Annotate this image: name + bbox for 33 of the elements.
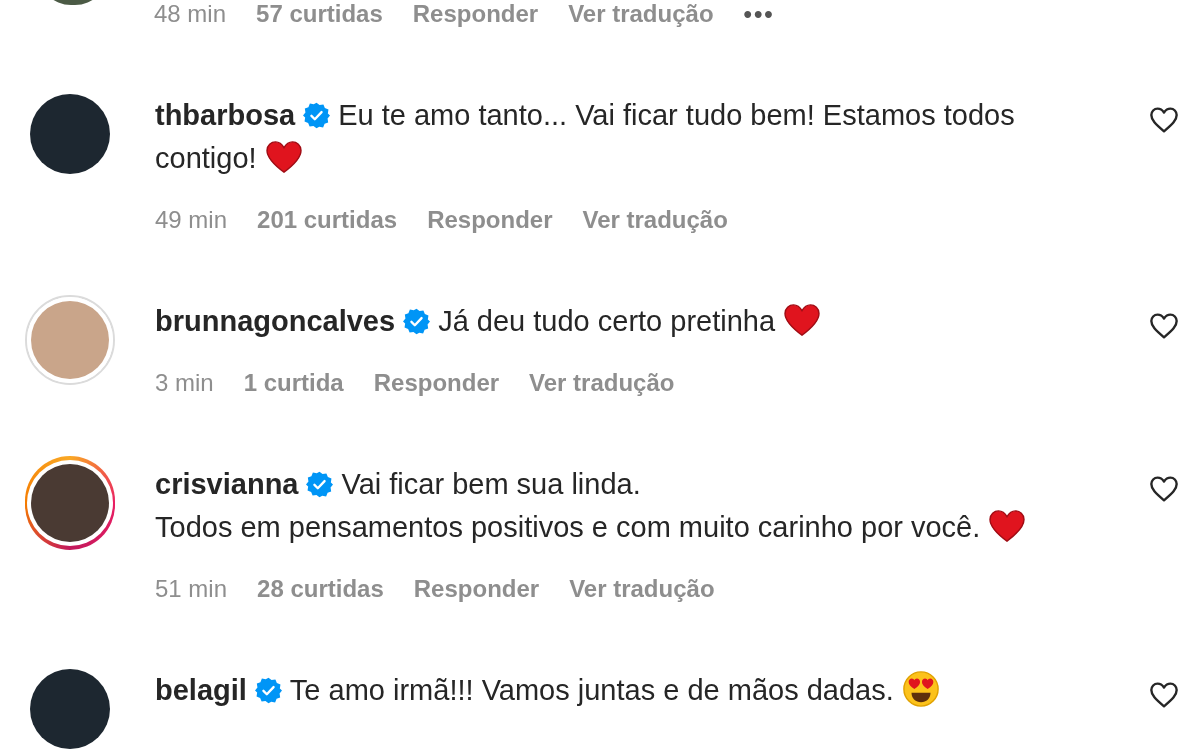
verified-badge-icon	[306, 471, 334, 498]
username-link[interactable]: belagil	[155, 674, 247, 706]
comment-time: 49 min	[155, 205, 228, 235]
heart-emoji-icon	[783, 303, 822, 337]
reply-link[interactable]: Responder	[412, 0, 539, 29]
heart-emoji-icon	[988, 509, 1027, 543]
comment-time: 48 min	[154, 0, 227, 29]
likes-count[interactable]: 57 curtidas	[256, 0, 383, 29]
translate-link[interactable]: Ver tradução	[569, 574, 715, 604]
reply-link[interactable]: Responder	[413, 574, 540, 604]
verified-badge-icon	[403, 308, 431, 335]
likes-count[interactable]: 28 curtidas	[257, 574, 384, 604]
translate-link[interactable]: Ver tradução	[529, 368, 675, 398]
comment-text: thbarbosa Eu te amo tanto... Vai ficar tudo bem! Estamos todos contigo!	[155, 98, 1016, 176]
heart-eyes-emoji-icon	[901, 670, 940, 708]
reply-link[interactable]: Responder	[427, 205, 553, 235]
comment-text: crisvianna Vai ficar bem sua linda. Todos em pensamentos positivos e com muito carinho por você.	[155, 463, 1027, 549]
likes-count[interactable]: 201 curtidas	[257, 205, 398, 235]
comment-text: belagil Te amo irmã!!! Vamos juntas e de mãos dadas.	[155, 669, 940, 712]
more-options-button[interactable]: •••	[743, 0, 775, 29]
verified-badge-icon	[254, 677, 282, 704]
heart-emoji-icon	[264, 140, 303, 174]
comment-time: 3 min	[155, 368, 214, 398]
verified-badge-icon	[303, 102, 331, 129]
username-link[interactable]: brunnagoncalves	[155, 305, 396, 337]
comment-time: 51 min	[155, 574, 228, 604]
translate-link[interactable]: Ver tradução	[568, 0, 714, 29]
comment-text: brunnagoncalves Já deu tudo certo pretinha	[155, 300, 822, 343]
username-link[interactable]: thbarbosa	[155, 99, 296, 131]
reply-link[interactable]: Responder	[373, 368, 500, 398]
translate-link[interactable]: Ver tradução	[582, 205, 728, 235]
likes-count[interactable]: 1 curtida	[243, 368, 344, 398]
username-link[interactable]: crisvianna	[155, 468, 299, 500]
